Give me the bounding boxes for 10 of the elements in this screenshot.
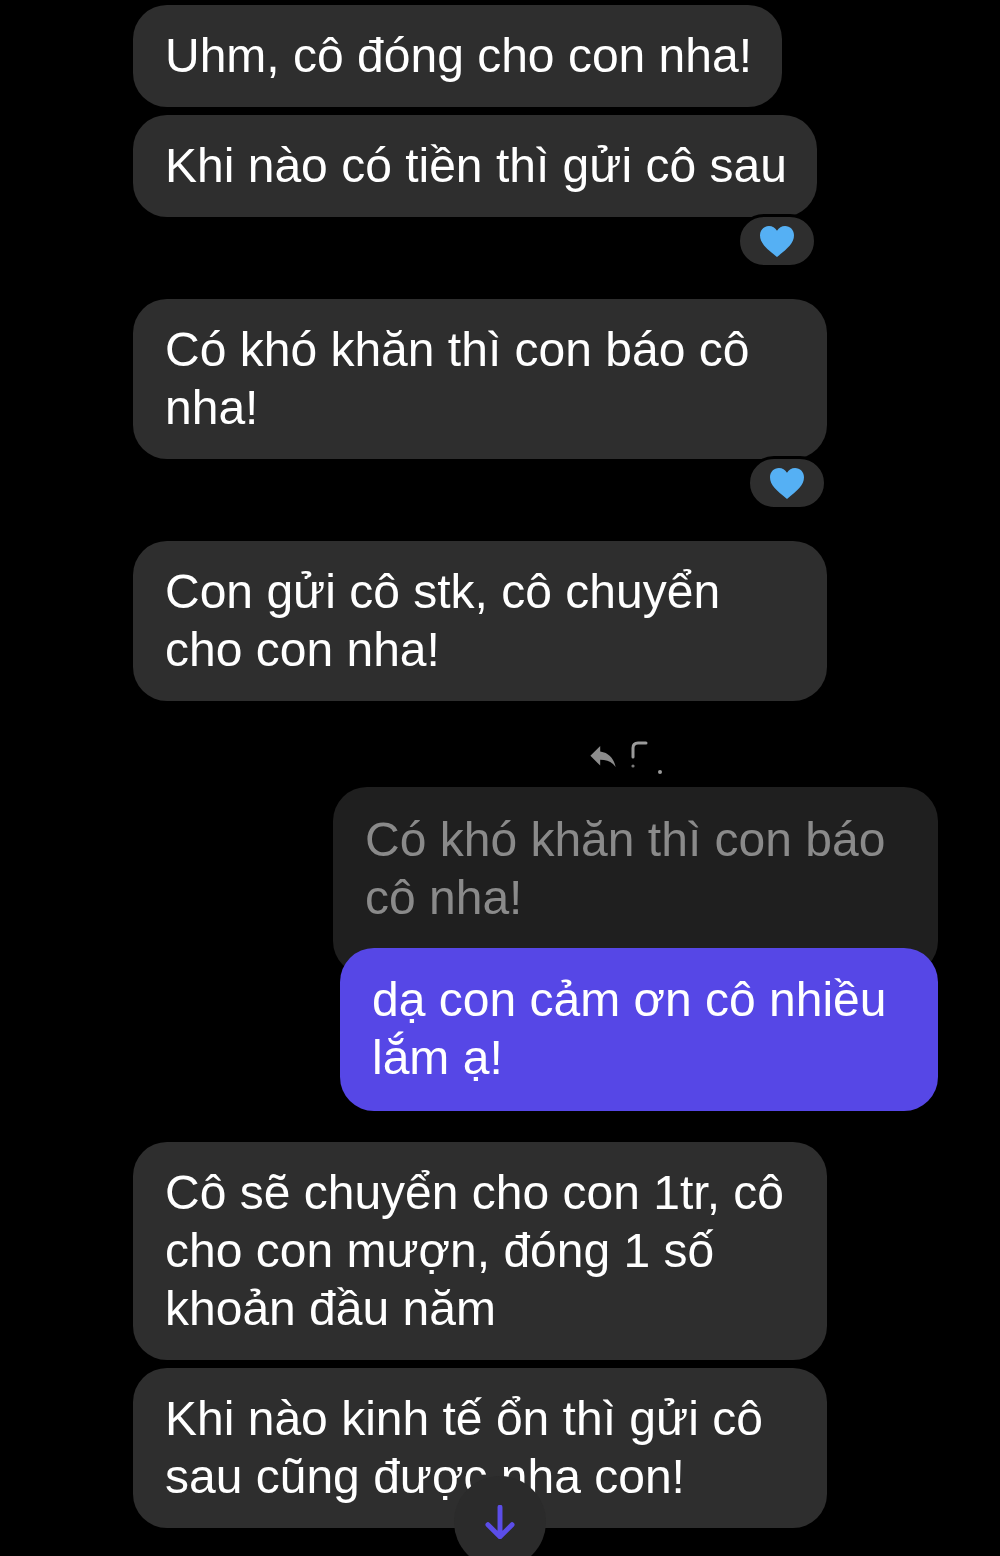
received-message: Khi nào có tiền thì gửi cô sau (133, 115, 817, 217)
received-message: Cô sẽ chuyển cho con 1tr, cô cho con mượn, đóng 1 số khoản đầu năm (133, 1142, 827, 1360)
sent-message: dạ con cảm ơn cô nhiều lắm ạ! (340, 948, 938, 1111)
reply-arrow-icon (588, 746, 617, 767)
heart-icon (770, 467, 804, 499)
received-message: Uhm, cô đóng cho con nha! (133, 5, 783, 107)
heart-icon (759, 225, 794, 257)
received-message: Con gửi cô stk, cô chuyển cho con nha! (133, 541, 827, 701)
received-message: Có khó khăn thì con báo cô nha! (133, 299, 827, 459)
arrow-down-icon (484, 1505, 516, 1539)
